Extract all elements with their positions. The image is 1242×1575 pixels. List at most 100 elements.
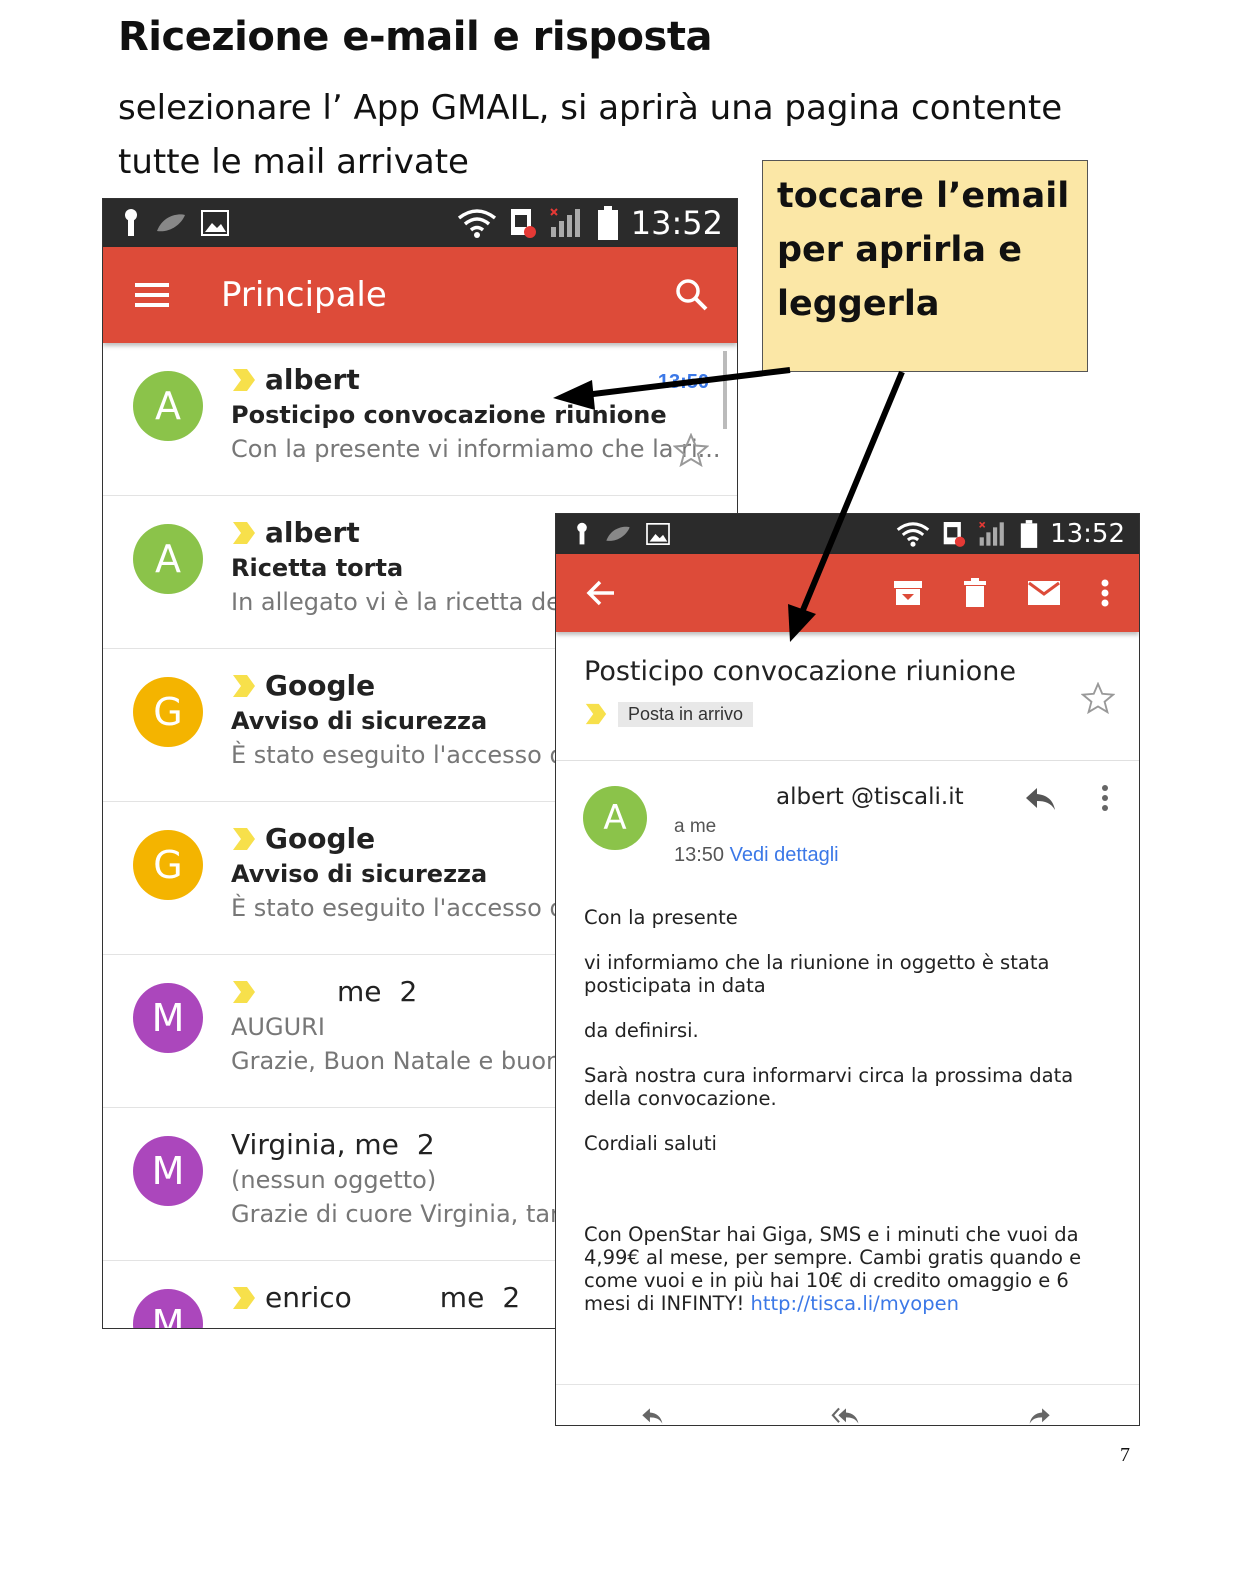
body-paragraph: da definirsi. <box>584 1019 699 1042</box>
important-marker-icon <box>233 521 255 544</box>
more-vert-icon[interactable] <box>1101 784 1109 812</box>
leaf-icon <box>606 526 630 541</box>
key-icon <box>577 522 587 545</box>
sender: Google <box>231 669 375 702</box>
sender-name: Google <box>265 669 376 702</box>
callout-line-2: per aprirla e <box>777 230 1022 270</box>
thread-count: 2 <box>416 1128 435 1161</box>
snippet: Grazie di cuore Virginia, tantiss <box>231 1200 607 1228</box>
avatar: A <box>133 371 203 441</box>
appbar-title: Principale <box>221 275 387 315</box>
snippet: È stato eseguito l'accesso da <box>231 741 580 769</box>
important-marker-icon <box>585 703 607 725</box>
snippet: Con la presente vi informiamo che la ri.… <box>231 435 721 463</box>
avatar: M <box>133 983 203 1053</box>
key-icon <box>125 209 137 236</box>
leaf-icon <box>157 214 185 232</box>
status-time: 13:52 <box>1050 519 1125 549</box>
thread-count: 2 <box>399 975 418 1008</box>
signal-icon <box>550 208 580 237</box>
status-bar: 13:52 <box>103 199 737 247</box>
avatar: M <box>133 1136 203 1206</box>
avatar: M <box>133 1289 203 1328</box>
more-vert-icon[interactable] <box>1101 579 1109 607</box>
battery-icon <box>597 206 618 240</box>
forward-icon[interactable] <box>1026 1407 1054 1425</box>
page-number: 7 <box>1120 1444 1130 1466</box>
body-paragraph: vi informiamo che la riunione in oggetto… <box>584 951 1050 997</box>
sender-name: enrico <box>265 1281 352 1314</box>
snippet: È stato eseguito l'accesso da <box>231 894 580 922</box>
important-marker-icon <box>233 980 255 1003</box>
trash-icon[interactable] <box>963 578 987 608</box>
subject: Posticipo convocazione riunione <box>231 401 667 429</box>
search-icon[interactable] <box>675 278 709 312</box>
archive-icon[interactable] <box>893 579 923 607</box>
sender-name: Virginia, me <box>231 1128 399 1161</box>
important-marker-icon <box>233 674 255 697</box>
details-link[interactable]: Vedi dettagli <box>730 844 839 866</box>
bottom-divider <box>556 1384 1139 1385</box>
star-icon[interactable] <box>673 433 709 467</box>
status-bar: 13:52 <box>556 514 1139 554</box>
sender: albert <box>231 363 360 396</box>
message-subject: Posticipo convocazione riunione <box>584 656 1017 687</box>
body-paragraph: Sarà nostra cura informarvi circa la pro… <box>584 1064 1074 1110</box>
important-marker-icon <box>233 827 255 850</box>
sender-name: Google <box>265 822 376 855</box>
reply-all-icon[interactable] <box>828 1407 864 1425</box>
avatar: A <box>133 524 203 594</box>
intro-text-line-1: selezionare l’ App GMAIL, si aprirà una … <box>118 88 1063 128</box>
page-title: Ricezione e-mail e risposta <box>118 14 712 60</box>
intro-text-line-2: tutte le mail arrivate <box>118 142 469 182</box>
wifi-icon <box>896 522 930 547</box>
sender-name: albert <box>265 363 360 396</box>
important-marker-icon <box>233 1286 255 1309</box>
reply-icon[interactable] <box>1024 786 1056 812</box>
avatar: G <box>133 830 203 900</box>
callout-line-3: leggerla <box>777 284 940 324</box>
sender: enrico me 2 <box>231 1281 520 1314</box>
avatar: G <box>133 677 203 747</box>
subject: (nessun oggetto) <box>231 1166 437 1194</box>
reply-icon[interactable] <box>638 1407 666 1425</box>
recipient: a me <box>674 816 717 837</box>
subject: Avviso di sicurezza <box>231 860 488 888</box>
important-marker-icon <box>233 368 255 391</box>
battery-icon <box>1020 520 1038 548</box>
label-chip[interactable]: Posta in arrivo <box>618 702 754 727</box>
subject: Avviso di sicurezza <box>231 707 488 735</box>
menu-icon[interactable] <box>135 282 169 308</box>
sender: Virginia, me 2 <box>231 1128 435 1161</box>
callout-box: toccare l’email per aprirla e leggerla <box>762 160 1088 372</box>
footer-link[interactable]: http://tisca.li/myopen <box>751 1292 959 1315</box>
email-row[interactable]: A albert Posticipo convocazione riunione… <box>103 343 737 496</box>
back-arrow-icon[interactable] <box>586 579 616 607</box>
mail-icon[interactable] <box>1027 580 1061 606</box>
image-icon <box>201 210 229 236</box>
status-time: 13:52 <box>630 204 723 242</box>
avatar: A <box>583 786 647 850</box>
sender-name: albert <box>265 516 360 549</box>
star-icon[interactable] <box>1081 682 1115 714</box>
divider <box>556 760 1139 761</box>
wifi-icon <box>457 209 496 238</box>
callout-line-1: toccare l’email <box>777 176 1070 216</box>
body-paragraph: Cordiali saluti <box>584 1132 717 1155</box>
footer-paragraph: Con OpenStar hai Giga, SMS e i minuti ch… <box>584 1223 1114 1315</box>
subject: AUGURI <box>231 1013 325 1041</box>
sender: Google <box>231 822 375 855</box>
sim-icon <box>510 209 536 238</box>
sim-icon <box>943 522 966 547</box>
body-paragraph: Con la presente <box>584 906 738 929</box>
sender-address: albert @tiscali.it <box>776 784 964 810</box>
message-app-bar <box>556 554 1139 632</box>
thread-count: 2 <box>502 1281 521 1314</box>
signal-icon <box>979 521 1004 546</box>
subject: Ricetta torta <box>231 554 404 582</box>
scrollbar[interactable] <box>723 351 727 429</box>
message-screenshot: 13:52 Posticipo convocazione riunione Po… <box>555 513 1140 1426</box>
message-time-row: 13:50 Vedi dettagli <box>674 844 839 867</box>
email-time: 13:50 <box>657 371 709 393</box>
app-bar: Principale <box>103 247 737 343</box>
